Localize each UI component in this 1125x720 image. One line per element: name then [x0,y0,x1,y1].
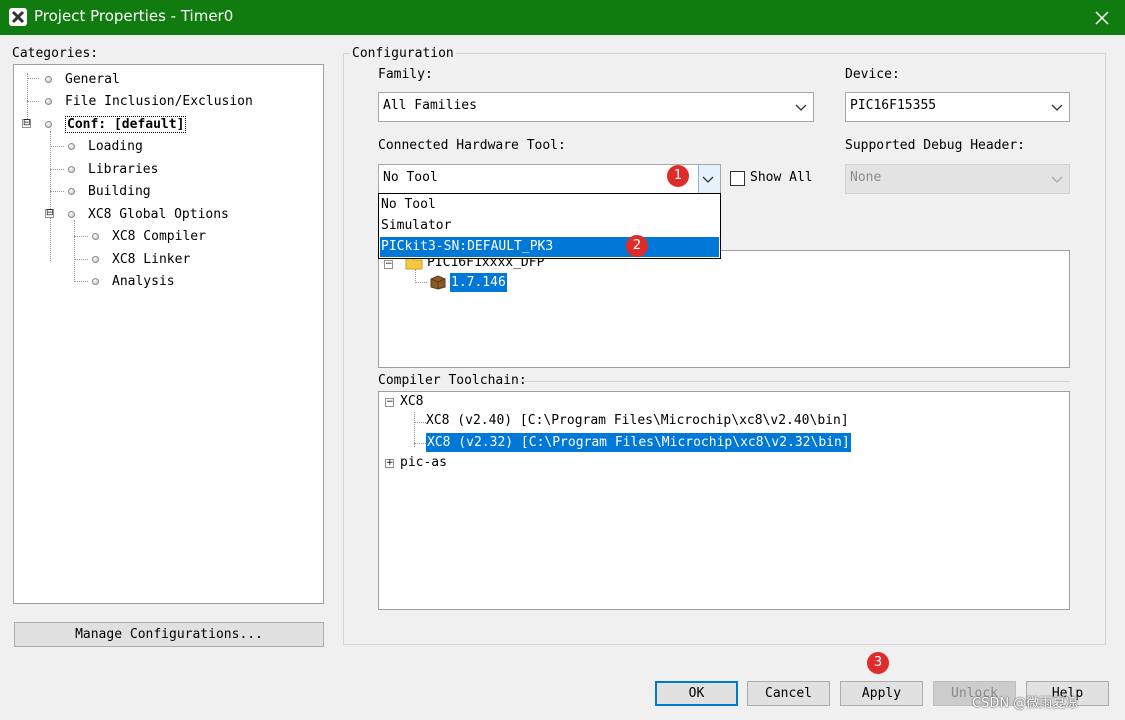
toolchain-xc8-v232[interactable]: XC8 (v2.32) [C:\Program Files\Microchip\… [426,433,851,452]
option-simulator[interactable]: Simulator [380,216,719,236]
cancel-button[interactable]: Cancel [747,681,830,706]
node-icon [68,142,75,150]
collapse-icon[interactable]: ⊟ [22,119,31,128]
tree-item-label: File Inclusion/Exclusion [65,93,253,109]
manage-configurations-button[interactable]: Manage Configurations... [14,622,324,647]
tree-item-xc8-compiler[interactable]: XC8 Compiler [92,226,206,246]
collapse-icon[interactable]: − [385,398,394,407]
apply-button[interactable]: Apply [840,681,923,706]
tree-item-general[interactable]: General [45,69,120,89]
node-icon [92,232,99,240]
chevron-down-icon [1051,176,1063,183]
tree-item-label: XC8 Global Options [88,206,229,222]
title-bar: Project Properties - Timer0 [0,0,1125,35]
tree-item-xc8-global[interactable]: XC8 Global Options [68,204,229,224]
chevron-down-icon [702,176,714,183]
close-button[interactable] [1079,0,1125,35]
device-select[interactable]: PIC16F15355 [845,92,1070,122]
tree-item-building[interactable]: Building [68,181,151,201]
categories-label: Categories: [12,46,99,61]
family-label: Family: [378,67,433,82]
node-icon [45,75,52,83]
hardware-tool-label: Connected Hardware Tool: [378,138,566,153]
compiler-toolchain-tree[interactable]: − XC8 XC8 (v2.40) [C:\Program Files\Micr… [378,391,1070,610]
categories-tree[interactable]: ⊟ ⊟ General File Inclusion/Exclusion Con… [13,64,324,604]
mplab-app-icon [9,8,27,26]
annotation-badge-3: 3 [867,652,889,674]
tree-item-label: Analysis [112,273,175,289]
chevron-down-icon [1051,104,1063,111]
tree-item-label: XC8 Linker [112,251,191,267]
watermark: CSDN @微雨夏凉 [972,696,1079,711]
tree-item-libraries[interactable]: Libraries [68,159,158,179]
tree-item-label: XC8 Compiler [112,228,206,244]
tree-item-label: Conf: [default] [65,115,187,133]
option-pickit3[interactable]: PICkit3-SN:DEFAULT_PK3 [380,237,719,257]
show-all-label: Show All [750,170,813,185]
show-all-checkbox[interactable] [730,171,745,186]
node-icon [68,165,75,173]
family-value: All Families [383,98,477,113]
device-value: PIC16F15355 [850,98,937,113]
toolchain-xc8-v240[interactable]: XC8 (v2.40) [C:\Program Files\Microchip\… [426,413,849,428]
annotation-badge-2: 2 [626,235,648,257]
annotation-badge-1: 1 [667,165,689,187]
package-icon [430,275,446,290]
option-no-tool[interactable]: No Tool [380,195,719,215]
debug-header-value: None [850,170,882,185]
family-select[interactable]: All Families [378,92,814,122]
node-icon [45,97,52,105]
debug-header-select: None [845,164,1070,194]
ok-button[interactable]: OK [655,681,738,706]
tree-item-label: Libraries [88,161,159,177]
hardware-tool-value: No Tool [383,170,438,185]
tree-item-label: General [65,71,120,87]
hardware-tool-dropdown-list[interactable]: No Tool Simulator PICkit3-SN:DEFAULT_PK3 [378,193,721,259]
collapse-icon[interactable]: − [384,260,393,269]
tree-item-label: Building [88,183,151,199]
node-icon [68,210,75,218]
packs-tree[interactable]: − PIC16F1xxxx_DFP 1.7.146 [378,250,1070,368]
tree-item-file-inclusion[interactable]: File Inclusion/Exclusion [45,91,253,111]
node-icon [45,120,52,128]
node-icon [92,277,99,285]
compiler-toolchain-label: Compiler Toolchain: [378,373,527,388]
configuration-group-label: Configuration [350,46,456,61]
chevron-down-icon [795,104,807,111]
tree-item-conf[interactable]: Conf: [default] [45,114,187,134]
pack-version[interactable]: 1.7.146 [450,273,507,292]
toolchain-pic-as[interactable]: pic-as [400,455,447,470]
tree-item-analysis[interactable]: Analysis [92,271,175,291]
device-label: Device: [845,67,900,82]
node-icon [68,187,75,195]
debug-header-label: Supported Debug Header: [845,138,1026,153]
close-icon [1095,10,1109,25]
tree-item-xc8-linker[interactable]: XC8 Linker [92,249,190,269]
tree-item-label: Loading [88,138,143,154]
expand-icon[interactable]: + [385,459,394,468]
window-title: Project Properties - Timer0 [34,7,234,25]
collapse-icon[interactable]: ⊟ [45,209,54,218]
node-icon [92,255,99,263]
tree-item-loading[interactable]: Loading [68,136,143,156]
toolchain-xc8-root[interactable]: XC8 [400,394,423,409]
